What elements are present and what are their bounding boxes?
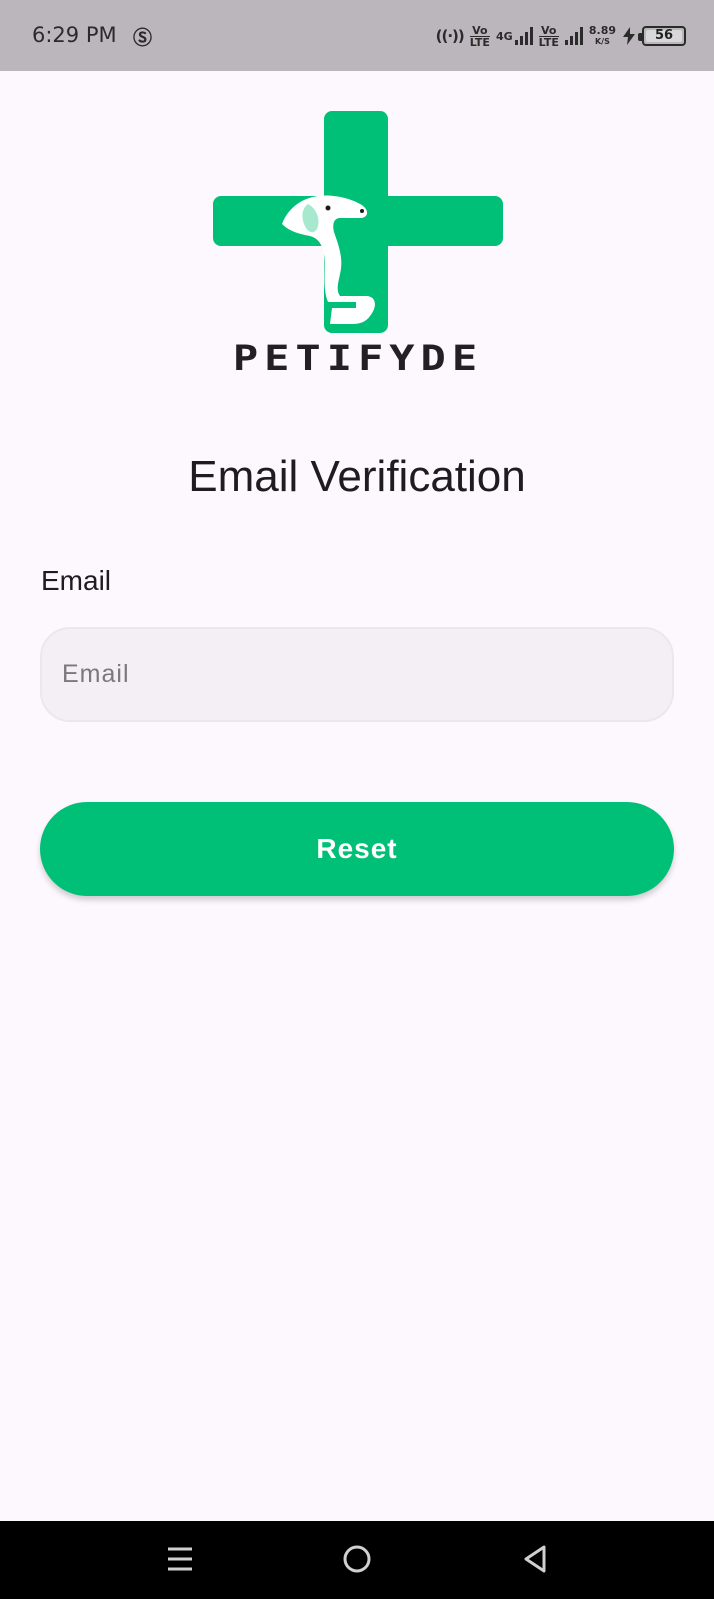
email-input[interactable] bbox=[40, 627, 674, 722]
volte-icon: Vo LTE bbox=[469, 23, 490, 49]
charging-icon bbox=[623, 27, 635, 45]
battery-level: 56 bbox=[654, 28, 674, 43]
status-bar: 6:29 PM Ⓢ ((·)) Vo LTE 4G Vo LTE 8.89 K/… bbox=[0, 0, 714, 71]
menu-icon[interactable] bbox=[160, 1539, 200, 1579]
email-label: Email bbox=[41, 565, 112, 596]
status-icons: ((·)) Vo LTE 4G Vo LTE 8.89 K/S 56 bbox=[436, 14, 686, 58]
pet-cross-logo-icon bbox=[213, 111, 503, 333]
reset-button[interactable]: Reset bbox=[40, 802, 674, 896]
signal-icon bbox=[514, 27, 533, 45]
status-time: 6:29 PM bbox=[32, 23, 117, 47]
app-logo: PETIFYDE bbox=[210, 108, 506, 390]
network-type: 4G bbox=[495, 29, 513, 43]
brand-name: PETIFYDE bbox=[232, 338, 484, 379]
page-title: Email Verification bbox=[188, 452, 526, 501]
s-icon: Ⓢ bbox=[133, 27, 153, 49]
system-nav-bar bbox=[0, 1521, 714, 1599]
network-speed: 8.89 K/S bbox=[588, 24, 616, 46]
home-circle-icon[interactable] bbox=[337, 1539, 377, 1579]
hotspot-icon: ((·)) bbox=[435, 27, 465, 45]
signal-icon-2 bbox=[564, 27, 583, 45]
battery-icon: 56 bbox=[638, 26, 686, 46]
back-triangle-icon[interactable] bbox=[516, 1539, 556, 1579]
volte-icon-2: Vo LTE bbox=[538, 23, 559, 49]
screen: 6:29 PM Ⓢ ((·)) Vo LTE 4G Vo LTE 8.89 K/… bbox=[0, 0, 714, 1599]
